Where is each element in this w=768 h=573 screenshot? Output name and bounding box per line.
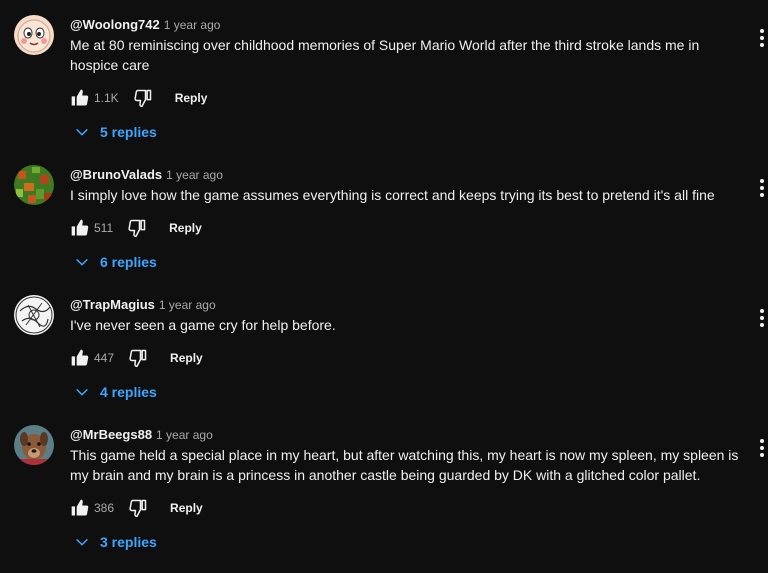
comment-header: @TrapMagius 1 year ago <box>70 296 216 314</box>
comment-actions: 386 Reply <box>68 496 203 520</box>
comment-actions: 511 Reply <box>68 216 202 240</box>
chevron-down-icon <box>76 258 88 266</box>
sketch-drawing-avatar <box>14 295 54 335</box>
like-button[interactable] <box>68 496 92 520</box>
comment-time[interactable]: 1 year ago <box>159 298 216 312</box>
view-replies-button[interactable]: 5 replies <box>74 122 157 142</box>
comment-time[interactable]: 1 year ago <box>156 428 213 442</box>
like-count: 386 <box>94 501 115 515</box>
comment-thread: @MrBeegs88 1 year ago This game held a sp… <box>0 425 768 555</box>
like-count: 447 <box>94 351 115 365</box>
comment-header: @MrBeegs88 1 year ago <box>70 426 213 444</box>
replies-count-label: 3 replies <box>100 534 157 550</box>
comment-author[interactable]: @BrunoValads <box>70 167 162 182</box>
view-replies-button[interactable]: 4 replies <box>74 382 157 402</box>
avatar[interactable] <box>14 15 54 55</box>
thumbs-up-icon <box>71 349 89 366</box>
thumbs-down-icon <box>129 499 147 518</box>
thumbs-down-icon <box>134 89 151 108</box>
replies-count-label: 5 replies <box>100 124 157 140</box>
comment-text: I've never seen a game cry for help befo… <box>70 317 336 333</box>
comment-header: @Woolong742 1 year ago <box>70 16 220 34</box>
dislike-button[interactable] <box>131 86 155 110</box>
chevron-down-icon <box>76 128 88 136</box>
pixel-pattern-avatar <box>14 165 54 205</box>
dislike-button[interactable] <box>126 496 150 520</box>
thumbs-up-icon <box>71 499 89 516</box>
reply-button[interactable]: Reply <box>170 501 203 515</box>
comment-actions: 447 Reply <box>68 346 203 370</box>
comment-actions: 1.1K Reply <box>68 86 207 110</box>
dislike-button[interactable] <box>126 346 150 370</box>
more-actions-button[interactable] <box>753 306 768 330</box>
reply-button[interactable]: Reply <box>170 351 203 365</box>
chevron-down-icon <box>76 388 88 396</box>
like-button[interactable] <box>68 346 92 370</box>
comment-text: This game held a special place in my hea… <box>70 447 739 483</box>
comment-thread: @Woolong742 1 year ago Me at 80 reminisci… <box>0 15 768 145</box>
replies-count-label: 4 replies <box>100 384 157 400</box>
thumbs-up-icon <box>71 219 89 236</box>
avatar[interactable] <box>14 295 54 335</box>
comment-author[interactable]: @MrBeegs88 <box>70 427 152 442</box>
reply-button[interactable]: Reply <box>169 221 202 235</box>
more-actions-button[interactable] <box>753 436 768 460</box>
comment-time[interactable]: 1 year ago <box>164 18 221 32</box>
comment-author[interactable]: @Woolong742 <box>70 17 160 32</box>
cartoon-face-avatar <box>14 15 54 55</box>
like-count: 1.1K <box>94 91 119 105</box>
comment-text: Me at 80 reminiscing over childhood memo… <box>70 37 700 73</box>
dislike-button[interactable] <box>125 216 149 240</box>
like-button[interactable] <box>68 86 92 110</box>
chevron-down-icon <box>76 538 88 546</box>
dog-photo-avatar <box>14 425 54 465</box>
more-actions-button[interactable] <box>753 176 768 200</box>
avatar[interactable] <box>14 165 54 205</box>
view-replies-button[interactable]: 3 replies <box>74 532 157 552</box>
comment-time[interactable]: 1 year ago <box>166 168 223 182</box>
thumbs-down-icon <box>128 219 146 238</box>
like-button[interactable] <box>68 216 92 240</box>
comment-header: @BrunoValads 1 year ago <box>70 166 223 184</box>
comment-text: I simply love how the game assumes every… <box>70 187 715 203</box>
thumbs-down-icon <box>129 349 147 368</box>
more-actions-button[interactable] <box>753 26 768 50</box>
like-count: 511 <box>94 221 114 235</box>
reply-button[interactable]: Reply <box>175 91 208 105</box>
view-replies-button[interactable]: 6 replies <box>74 252 157 272</box>
thumbs-up-icon <box>71 89 89 106</box>
comment-thread: @BrunoValads 1 year ago I simply love how… <box>0 165 768 295</box>
comment-thread: @TrapMagius 1 year ago I've never seen a … <box>0 295 768 425</box>
replies-count-label: 6 replies <box>100 254 157 270</box>
comment-author[interactable]: @TrapMagius <box>70 297 155 312</box>
avatar[interactable] <box>14 425 54 465</box>
